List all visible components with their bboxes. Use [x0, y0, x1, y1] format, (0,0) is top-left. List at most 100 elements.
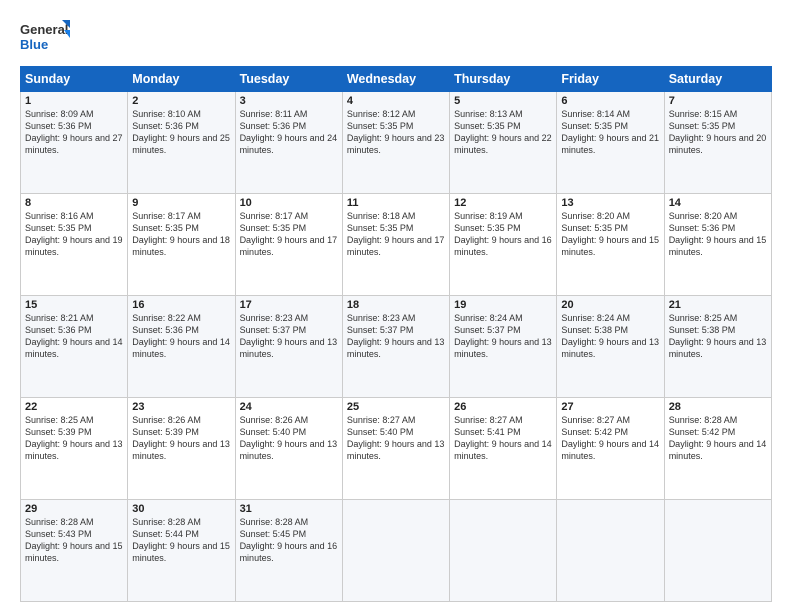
- day-number: 17: [240, 299, 338, 311]
- day-info: Sunrise: 8:16 AMSunset: 5:35 PMDaylight:…: [25, 210, 123, 259]
- day-info: Sunrise: 8:25 AMSunset: 5:38 PMDaylight:…: [669, 312, 767, 361]
- day-number: 15: [25, 299, 123, 311]
- page: General Blue SundayMondayTuesdayWednesda…: [0, 0, 792, 612]
- day-number: 13: [561, 197, 659, 209]
- calendar-cell: 24Sunrise: 8:26 AMSunset: 5:40 PMDayligh…: [235, 398, 342, 500]
- calendar-cell: 29Sunrise: 8:28 AMSunset: 5:43 PMDayligh…: [21, 500, 128, 602]
- day-info: Sunrise: 8:24 AMSunset: 5:37 PMDaylight:…: [454, 312, 552, 361]
- day-info: Sunrise: 8:20 AMSunset: 5:36 PMDaylight:…: [669, 210, 767, 259]
- calendar-cell: 23Sunrise: 8:26 AMSunset: 5:39 PMDayligh…: [128, 398, 235, 500]
- weekday-header-thursday: Thursday: [450, 67, 557, 92]
- day-info: Sunrise: 8:28 AMSunset: 5:43 PMDaylight:…: [25, 516, 123, 565]
- day-info: Sunrise: 8:20 AMSunset: 5:35 PMDaylight:…: [561, 210, 659, 259]
- day-number: 31: [240, 503, 338, 515]
- calendar-cell: 16Sunrise: 8:22 AMSunset: 5:36 PMDayligh…: [128, 296, 235, 398]
- calendar-cell: 25Sunrise: 8:27 AMSunset: 5:40 PMDayligh…: [342, 398, 449, 500]
- day-info: Sunrise: 8:15 AMSunset: 5:35 PMDaylight:…: [669, 108, 767, 157]
- day-info: Sunrise: 8:27 AMSunset: 5:40 PMDaylight:…: [347, 414, 445, 463]
- day-info: Sunrise: 8:23 AMSunset: 5:37 PMDaylight:…: [347, 312, 445, 361]
- day-info: Sunrise: 8:21 AMSunset: 5:36 PMDaylight:…: [25, 312, 123, 361]
- day-number: 21: [669, 299, 767, 311]
- day-info: Sunrise: 8:23 AMSunset: 5:37 PMDaylight:…: [240, 312, 338, 361]
- day-number: 28: [669, 401, 767, 413]
- day-number: 4: [347, 95, 445, 107]
- day-number: 29: [25, 503, 123, 515]
- calendar-cell: [342, 500, 449, 602]
- day-info: Sunrise: 8:27 AMSunset: 5:41 PMDaylight:…: [454, 414, 552, 463]
- calendar-cell: 11Sunrise: 8:18 AMSunset: 5:35 PMDayligh…: [342, 194, 449, 296]
- calendar-cell: 5Sunrise: 8:13 AMSunset: 5:35 PMDaylight…: [450, 92, 557, 194]
- svg-text:General: General: [20, 22, 68, 37]
- day-number: 5: [454, 95, 552, 107]
- svg-text:Blue: Blue: [20, 37, 48, 52]
- calendar-cell: 19Sunrise: 8:24 AMSunset: 5:37 PMDayligh…: [450, 296, 557, 398]
- day-number: 16: [132, 299, 230, 311]
- calendar-cell: [664, 500, 771, 602]
- day-info: Sunrise: 8:11 AMSunset: 5:36 PMDaylight:…: [240, 108, 338, 157]
- day-info: Sunrise: 8:17 AMSunset: 5:35 PMDaylight:…: [132, 210, 230, 259]
- day-info: Sunrise: 8:19 AMSunset: 5:35 PMDaylight:…: [454, 210, 552, 259]
- day-number: 22: [25, 401, 123, 413]
- day-info: Sunrise: 8:13 AMSunset: 5:35 PMDaylight:…: [454, 108, 552, 157]
- calendar-week-5: 29Sunrise: 8:28 AMSunset: 5:43 PMDayligh…: [21, 500, 772, 602]
- day-number: 1: [25, 95, 123, 107]
- header: General Blue: [20, 18, 772, 56]
- day-info: Sunrise: 8:24 AMSunset: 5:38 PMDaylight:…: [561, 312, 659, 361]
- calendar-cell: 28Sunrise: 8:28 AMSunset: 5:42 PMDayligh…: [664, 398, 771, 500]
- day-number: 3: [240, 95, 338, 107]
- day-number: 26: [454, 401, 552, 413]
- day-number: 9: [132, 197, 230, 209]
- day-info: Sunrise: 8:17 AMSunset: 5:35 PMDaylight:…: [240, 210, 338, 259]
- calendar-cell: 7Sunrise: 8:15 AMSunset: 5:35 PMDaylight…: [664, 92, 771, 194]
- calendar-table: SundayMondayTuesdayWednesdayThursdayFrid…: [20, 66, 772, 602]
- day-number: 7: [669, 95, 767, 107]
- calendar-cell: 9Sunrise: 8:17 AMSunset: 5:35 PMDaylight…: [128, 194, 235, 296]
- calendar-week-3: 15Sunrise: 8:21 AMSunset: 5:36 PMDayligh…: [21, 296, 772, 398]
- day-info: Sunrise: 8:14 AMSunset: 5:35 PMDaylight:…: [561, 108, 659, 157]
- day-number: 11: [347, 197, 445, 209]
- calendar-cell: 30Sunrise: 8:28 AMSunset: 5:44 PMDayligh…: [128, 500, 235, 602]
- calendar-cell: 2Sunrise: 8:10 AMSunset: 5:36 PMDaylight…: [128, 92, 235, 194]
- day-number: 8: [25, 197, 123, 209]
- weekday-header-wednesday: Wednesday: [342, 67, 449, 92]
- weekday-header-row: SundayMondayTuesdayWednesdayThursdayFrid…: [21, 67, 772, 92]
- day-info: Sunrise: 8:26 AMSunset: 5:40 PMDaylight:…: [240, 414, 338, 463]
- calendar-cell: 4Sunrise: 8:12 AMSunset: 5:35 PMDaylight…: [342, 92, 449, 194]
- day-info: Sunrise: 8:09 AMSunset: 5:36 PMDaylight:…: [25, 108, 123, 157]
- logo-svg: General Blue: [20, 18, 70, 56]
- day-info: Sunrise: 8:28 AMSunset: 5:42 PMDaylight:…: [669, 414, 767, 463]
- weekday-header-monday: Monday: [128, 67, 235, 92]
- day-info: Sunrise: 8:28 AMSunset: 5:45 PMDaylight:…: [240, 516, 338, 565]
- calendar-cell: 20Sunrise: 8:24 AMSunset: 5:38 PMDayligh…: [557, 296, 664, 398]
- day-number: 2: [132, 95, 230, 107]
- calendar-week-1: 1Sunrise: 8:09 AMSunset: 5:36 PMDaylight…: [21, 92, 772, 194]
- calendar-week-4: 22Sunrise: 8:25 AMSunset: 5:39 PMDayligh…: [21, 398, 772, 500]
- day-number: 25: [347, 401, 445, 413]
- day-info: Sunrise: 8:26 AMSunset: 5:39 PMDaylight:…: [132, 414, 230, 463]
- calendar-cell: 15Sunrise: 8:21 AMSunset: 5:36 PMDayligh…: [21, 296, 128, 398]
- calendar-cell: 22Sunrise: 8:25 AMSunset: 5:39 PMDayligh…: [21, 398, 128, 500]
- calendar-cell: 27Sunrise: 8:27 AMSunset: 5:42 PMDayligh…: [557, 398, 664, 500]
- calendar-cell: 31Sunrise: 8:28 AMSunset: 5:45 PMDayligh…: [235, 500, 342, 602]
- day-number: 6: [561, 95, 659, 107]
- weekday-header-sunday: Sunday: [21, 67, 128, 92]
- day-number: 19: [454, 299, 552, 311]
- calendar-week-2: 8Sunrise: 8:16 AMSunset: 5:35 PMDaylight…: [21, 194, 772, 296]
- weekday-header-saturday: Saturday: [664, 67, 771, 92]
- day-number: 18: [347, 299, 445, 311]
- calendar-cell: 13Sunrise: 8:20 AMSunset: 5:35 PMDayligh…: [557, 194, 664, 296]
- day-number: 12: [454, 197, 552, 209]
- day-number: 30: [132, 503, 230, 515]
- day-number: 24: [240, 401, 338, 413]
- day-info: Sunrise: 8:28 AMSunset: 5:44 PMDaylight:…: [132, 516, 230, 565]
- day-info: Sunrise: 8:12 AMSunset: 5:35 PMDaylight:…: [347, 108, 445, 157]
- calendar-cell: 14Sunrise: 8:20 AMSunset: 5:36 PMDayligh…: [664, 194, 771, 296]
- day-number: 10: [240, 197, 338, 209]
- calendar-cell: 3Sunrise: 8:11 AMSunset: 5:36 PMDaylight…: [235, 92, 342, 194]
- calendar-cell: 6Sunrise: 8:14 AMSunset: 5:35 PMDaylight…: [557, 92, 664, 194]
- day-info: Sunrise: 8:18 AMSunset: 5:35 PMDaylight:…: [347, 210, 445, 259]
- calendar-cell: 26Sunrise: 8:27 AMSunset: 5:41 PMDayligh…: [450, 398, 557, 500]
- calendar-body: 1Sunrise: 8:09 AMSunset: 5:36 PMDaylight…: [21, 92, 772, 602]
- logo: General Blue: [20, 18, 70, 56]
- day-info: Sunrise: 8:22 AMSunset: 5:36 PMDaylight:…: [132, 312, 230, 361]
